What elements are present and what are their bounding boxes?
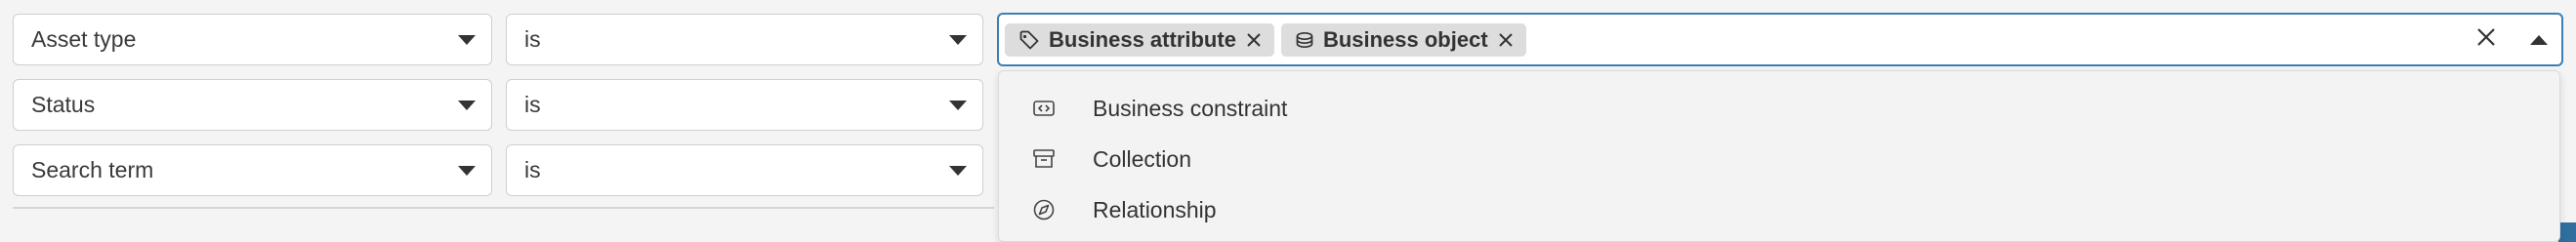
code-box-icon: [1030, 99, 1058, 118]
operator-select[interactable]: is: [506, 79, 983, 131]
option-label: Business constraint: [1093, 95, 1288, 121]
caret-down-icon: [458, 165, 476, 176]
database-icon: [1295, 30, 1314, 50]
operator-select[interactable]: is: [506, 144, 983, 196]
field-select-status[interactable]: Status: [13, 79, 492, 131]
divider: [13, 207, 994, 209]
side-panel-edge: [2558, 222, 2576, 242]
field-select-search-term[interactable]: Search term: [13, 144, 492, 196]
asset-type-dropdown-menu: Business constraint Collection Relations…: [998, 70, 2560, 242]
chip-business-attribute: Business attribute: [1005, 22, 1274, 57]
field-select-label: Asset type: [31, 26, 137, 52]
tag-icon: [1018, 29, 1040, 51]
compass-icon: [1030, 198, 1058, 222]
field-select-label: Status: [31, 92, 96, 117]
caret-down-icon: [949, 100, 967, 110]
chip-label: Business object: [1322, 26, 1488, 52]
caret-down-icon: [949, 165, 967, 176]
chip-remove-icon[interactable]: [1245, 31, 1263, 49]
caret-down-icon: [949, 34, 967, 45]
chip-label: Business attribute: [1049, 26, 1236, 52]
clear-all-icon[interactable]: [2475, 26, 2497, 53]
caret-down-icon: [458, 100, 476, 110]
caret-down-icon: [458, 34, 476, 45]
operator-select-label: is: [524, 92, 541, 117]
field-select-asset-type[interactable]: Asset type: [13, 14, 492, 65]
value-multiselect[interactable]: Business attribute Business object: [997, 13, 2563, 66]
chip-remove-icon[interactable]: [1497, 31, 1515, 49]
option-collection[interactable]: Collection: [999, 134, 2559, 184]
chip-business-object: Business object: [1280, 22, 1526, 57]
caret-up-icon[interactable]: [2530, 34, 2548, 45]
operator-select-label: is: [524, 157, 541, 182]
operator-select-label: is: [524, 26, 541, 52]
option-relationship[interactable]: Relationship: [999, 184, 2559, 235]
operator-select[interactable]: is: [506, 14, 983, 65]
archive-box-icon: [1030, 148, 1058, 170]
option-label: Collection: [1093, 145, 1191, 172]
option-business-constraint[interactable]: Business constraint: [999, 83, 2559, 134]
field-select-label: Search term: [31, 157, 154, 182]
option-label: Relationship: [1093, 196, 1217, 222]
